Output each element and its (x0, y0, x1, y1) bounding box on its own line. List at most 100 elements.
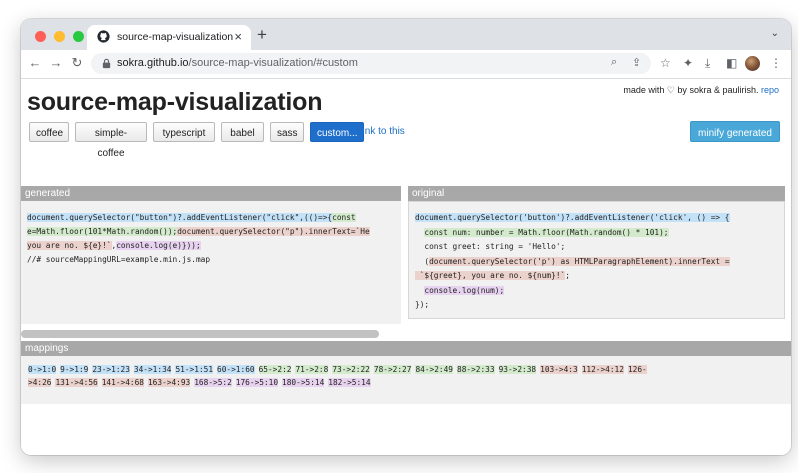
mapping-entry[interactable]: 34->1:34 (133, 365, 172, 374)
download-icon[interactable]: ⤓ (705, 56, 710, 71)
mapped-segment[interactable]: e=Math.floor(101*Math.random()); (27, 227, 178, 236)
mapping-entry[interactable]: 51->1:51 (175, 365, 214, 374)
more-menu-icon[interactable]: ⋮ (770, 56, 782, 70)
browser-tab[interactable]: source-map-visualization × (87, 25, 251, 50)
page-content: made with ♡ by sokra & paulirish. repo s… (21, 79, 791, 455)
code-text: }); (415, 300, 430, 309)
tab-search-chevron-icon[interactable]: ⌄ (771, 28, 779, 39)
maximize-window-button[interactable] (73, 31, 84, 42)
coffee-button[interactable]: coffee (29, 122, 69, 142)
mapping-entry[interactable]: 65->2:2 (258, 365, 292, 374)
mapping-entry[interactable]: 71->2:8 (295, 365, 329, 374)
generated-header: generated (21, 186, 401, 201)
side-panel-icon[interactable]: ◧ (726, 56, 737, 70)
reload-button[interactable]: ↻ (69, 55, 85, 71)
typescript-button[interactable]: typescript (153, 122, 215, 142)
mapped-segment[interactable]: document.querySelector("button")?.addEve… (27, 213, 333, 222)
mapping-entry[interactable]: 60->1:60 (217, 365, 255, 374)
code-line: const greet: string = 'Hello'; (415, 242, 565, 251)
mapping-entry[interactable]: 176->5:10 (235, 378, 279, 387)
mapping-entry[interactable]: 112->4:12 (581, 365, 624, 374)
horizontal-scrollbar[interactable] (21, 330, 379, 338)
mapping-entry[interactable]: 0->1:0 (28, 365, 57, 374)
tab-strip: source-map-visualization × + ⌄ (21, 19, 791, 50)
code-text: const greet: string = 'Hello'; (415, 242, 566, 251)
share-icon[interactable]: ⇪ (632, 56, 641, 69)
mapping-entry[interactable]: 78->2:27 (373, 365, 412, 374)
code-line: }); (415, 300, 429, 309)
mapping-entry[interactable]: 73->2:22 (332, 365, 370, 374)
made-with-credit: made with ♡ by sokra & paulirish. repo (623, 85, 779, 95)
babel-button[interactable]: babel (221, 122, 264, 142)
mapping-entry[interactable]: 182->5:14 (328, 378, 371, 387)
simple-coffee-button[interactable]: simple-coffee (75, 122, 147, 159)
mapping-entry[interactable]: 126- (627, 365, 647, 374)
profile-avatar[interactable] (745, 56, 760, 71)
generated-code[interactable]: document.querySelector("button")?.addEve… (21, 201, 401, 324)
browser-window: source-map-visualization × + ⌄ ← → ↻ sok… (21, 19, 791, 455)
lock-icon (102, 58, 111, 69)
mapping-entry[interactable]: 23->1:23 (92, 365, 130, 374)
original-header: original (408, 186, 785, 201)
mapped-segment[interactable]: document.querySelector('button')?.addEve… (415, 213, 730, 222)
code-line: e=Math.floor(101*Math.random());document… (27, 227, 370, 236)
custom-button[interactable]: custom... (310, 122, 364, 142)
mapped-segment[interactable]: document.querySelector("p").innerText=`H… (177, 227, 370, 236)
new-tab-button[interactable]: + (257, 25, 267, 45)
mapping-entry[interactable]: 9->1:9 (60, 365, 89, 374)
sass-button[interactable]: sass (270, 122, 304, 142)
forward-button[interactable]: → (48, 55, 64, 70)
code-text: //# sourceMappingURL=example.min.js.map (27, 255, 211, 264)
code-line: document.querySelector("button")?.addEve… (27, 213, 356, 222)
bookmark-star-icon[interactable]: ☆ (660, 56, 671, 70)
code-line: you are no. ${e}!`,console.log(e)})); (27, 241, 201, 250)
mapping-entry[interactable]: 103->4:3 (540, 365, 578, 374)
mapped-segment[interactable]: console.log(e)})); (116, 241, 201, 250)
code-line: `${greet}, you are no. ${num}!`; (415, 271, 570, 280)
mappings-list: 0->1:0 9->1:9 23->1:23 34->1:34 51->1:51 60->… (21, 356, 791, 404)
code-line: document.querySelector('button')?.addEve… (415, 213, 730, 222)
code-line: const num: number = Math.floor(Math.rand… (415, 227, 669, 237)
address-bar[interactable]: sokra.github.io/source-map-visualization… (91, 53, 651, 74)
close-window-button[interactable] (35, 31, 46, 42)
code-line: console.log(num); (415, 285, 505, 295)
url-text: sokra.github.io/source-map-visualization… (117, 57, 358, 69)
mappings-row-2: >4:26 131->4:56 141->4:68 163->4:93 168->5:2… (28, 378, 375, 387)
page-title: source-map-visualization (27, 88, 323, 116)
mapping-entry[interactable]: >4:26 (28, 378, 52, 387)
mapping-entry[interactable]: 180->5:14 (282, 378, 325, 387)
mapping-entry[interactable]: 163->4:93 (147, 378, 191, 387)
code-text: ( (415, 256, 430, 266)
mapped-segment[interactable]: const (332, 213, 356, 222)
mapping-entry[interactable]: 84->2:49 (415, 365, 453, 374)
browser-toolbar: ← → ↻ sokra.github.io/source-map-visuali… (21, 50, 791, 79)
mapped-segment[interactable]: `${greet}, you are no. ${num}!` (415, 271, 566, 280)
mappings-header: mappings (21, 341, 791, 356)
mapped-segment[interactable]: you are no. ${e}!` (27, 241, 112, 250)
code-text: ; (565, 271, 570, 280)
mappings-row-1: 0->1:0 9->1:9 23->1:23 34->1:34 51->1:51 60->… (28, 365, 651, 374)
mapped-segment[interactable]: document.querySelector('p') as HTMLParag… (429, 256, 730, 266)
code-line: //# sourceMappingURL=example.min.js.map (27, 255, 210, 264)
zoom-search-icon[interactable]: ⌕ (611, 56, 617, 69)
mapping-entry[interactable]: 168->5:2 (194, 378, 232, 387)
github-icon (97, 30, 110, 43)
mapped-segment[interactable]: const num: number = Math.floor(Math.rand… (424, 227, 669, 237)
mapping-entry[interactable]: 88->2:33 (457, 365, 495, 374)
mapped-segment[interactable]: console.log(num); (424, 285, 505, 295)
mapping-entry[interactable]: 141->4:68 (101, 378, 144, 387)
back-button[interactable]: ← (27, 55, 43, 70)
mapping-entry[interactable]: 93->2:38 (498, 365, 537, 374)
link-to-this[interactable]: Link to this (357, 126, 405, 137)
repo-link[interactable]: repo (761, 85, 779, 95)
extensions-puzzle-icon[interactable]: ✦ (683, 56, 693, 70)
tab-title: source-map-visualization (117, 31, 234, 43)
code-line: (document.querySelector('p') as HTMLPara… (415, 256, 730, 266)
minimize-window-button[interactable] (54, 31, 65, 42)
close-tab-icon[interactable]: × (234, 29, 242, 44)
original-code[interactable]: document.querySelector('button')?.addEve… (408, 201, 785, 319)
minify-generated-button[interactable]: minify generated (690, 121, 780, 142)
mapping-entry[interactable]: 131->4:56 (55, 378, 98, 387)
